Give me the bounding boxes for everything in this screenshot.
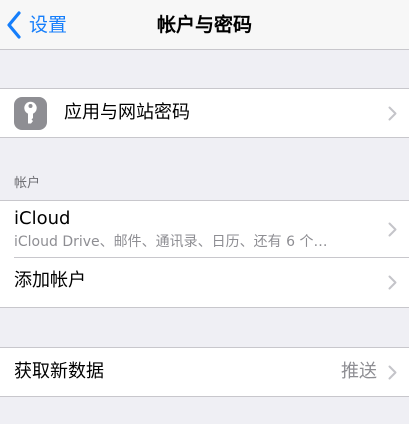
- chevron-right-icon: [388, 222, 397, 237]
- fetch-new-data-row[interactable]: 获取新数据 推送: [0, 348, 409, 396]
- add-account-label: 添加帐户: [14, 270, 86, 291]
- accounts-group: iCloud iCloud Drive、邮件、通讯录、日历、还有 6 个… 添加…: [0, 200, 409, 308]
- app-and-website-passwords-label: 应用与网站密码: [64, 102, 190, 123]
- key-icon: [14, 97, 47, 130]
- icloud-account-title: iCloud: [14, 208, 71, 229]
- fetch-new-data-label: 获取新数据: [14, 361, 104, 382]
- accounts-section-header: 帐户: [14, 176, 41, 191]
- add-account-row[interactable]: 添加帐户: [0, 258, 409, 307]
- chevron-right-icon: [388, 275, 397, 290]
- navigation-bar: 设置 帐户与密码: [0, 0, 409, 50]
- icloud-account-row[interactable]: iCloud iCloud Drive、邮件、通讯录、日历、还有 6 个…: [0, 201, 409, 258]
- chevron-right-icon: [388, 106, 397, 121]
- chevron-right-icon: [388, 365, 397, 380]
- fetch-group: 获取新数据 推送: [0, 347, 409, 397]
- passwords-group: 应用与网站密码: [0, 88, 409, 138]
- app-and-website-passwords-row[interactable]: 应用与网站密码: [0, 89, 409, 137]
- icloud-account-subtitle: iCloud Drive、邮件、通讯录、日历、还有 6 个…: [14, 234, 328, 250]
- fetch-new-data-value: 推送: [341, 361, 377, 382]
- page-title: 帐户与密码: [156, 14, 252, 36]
